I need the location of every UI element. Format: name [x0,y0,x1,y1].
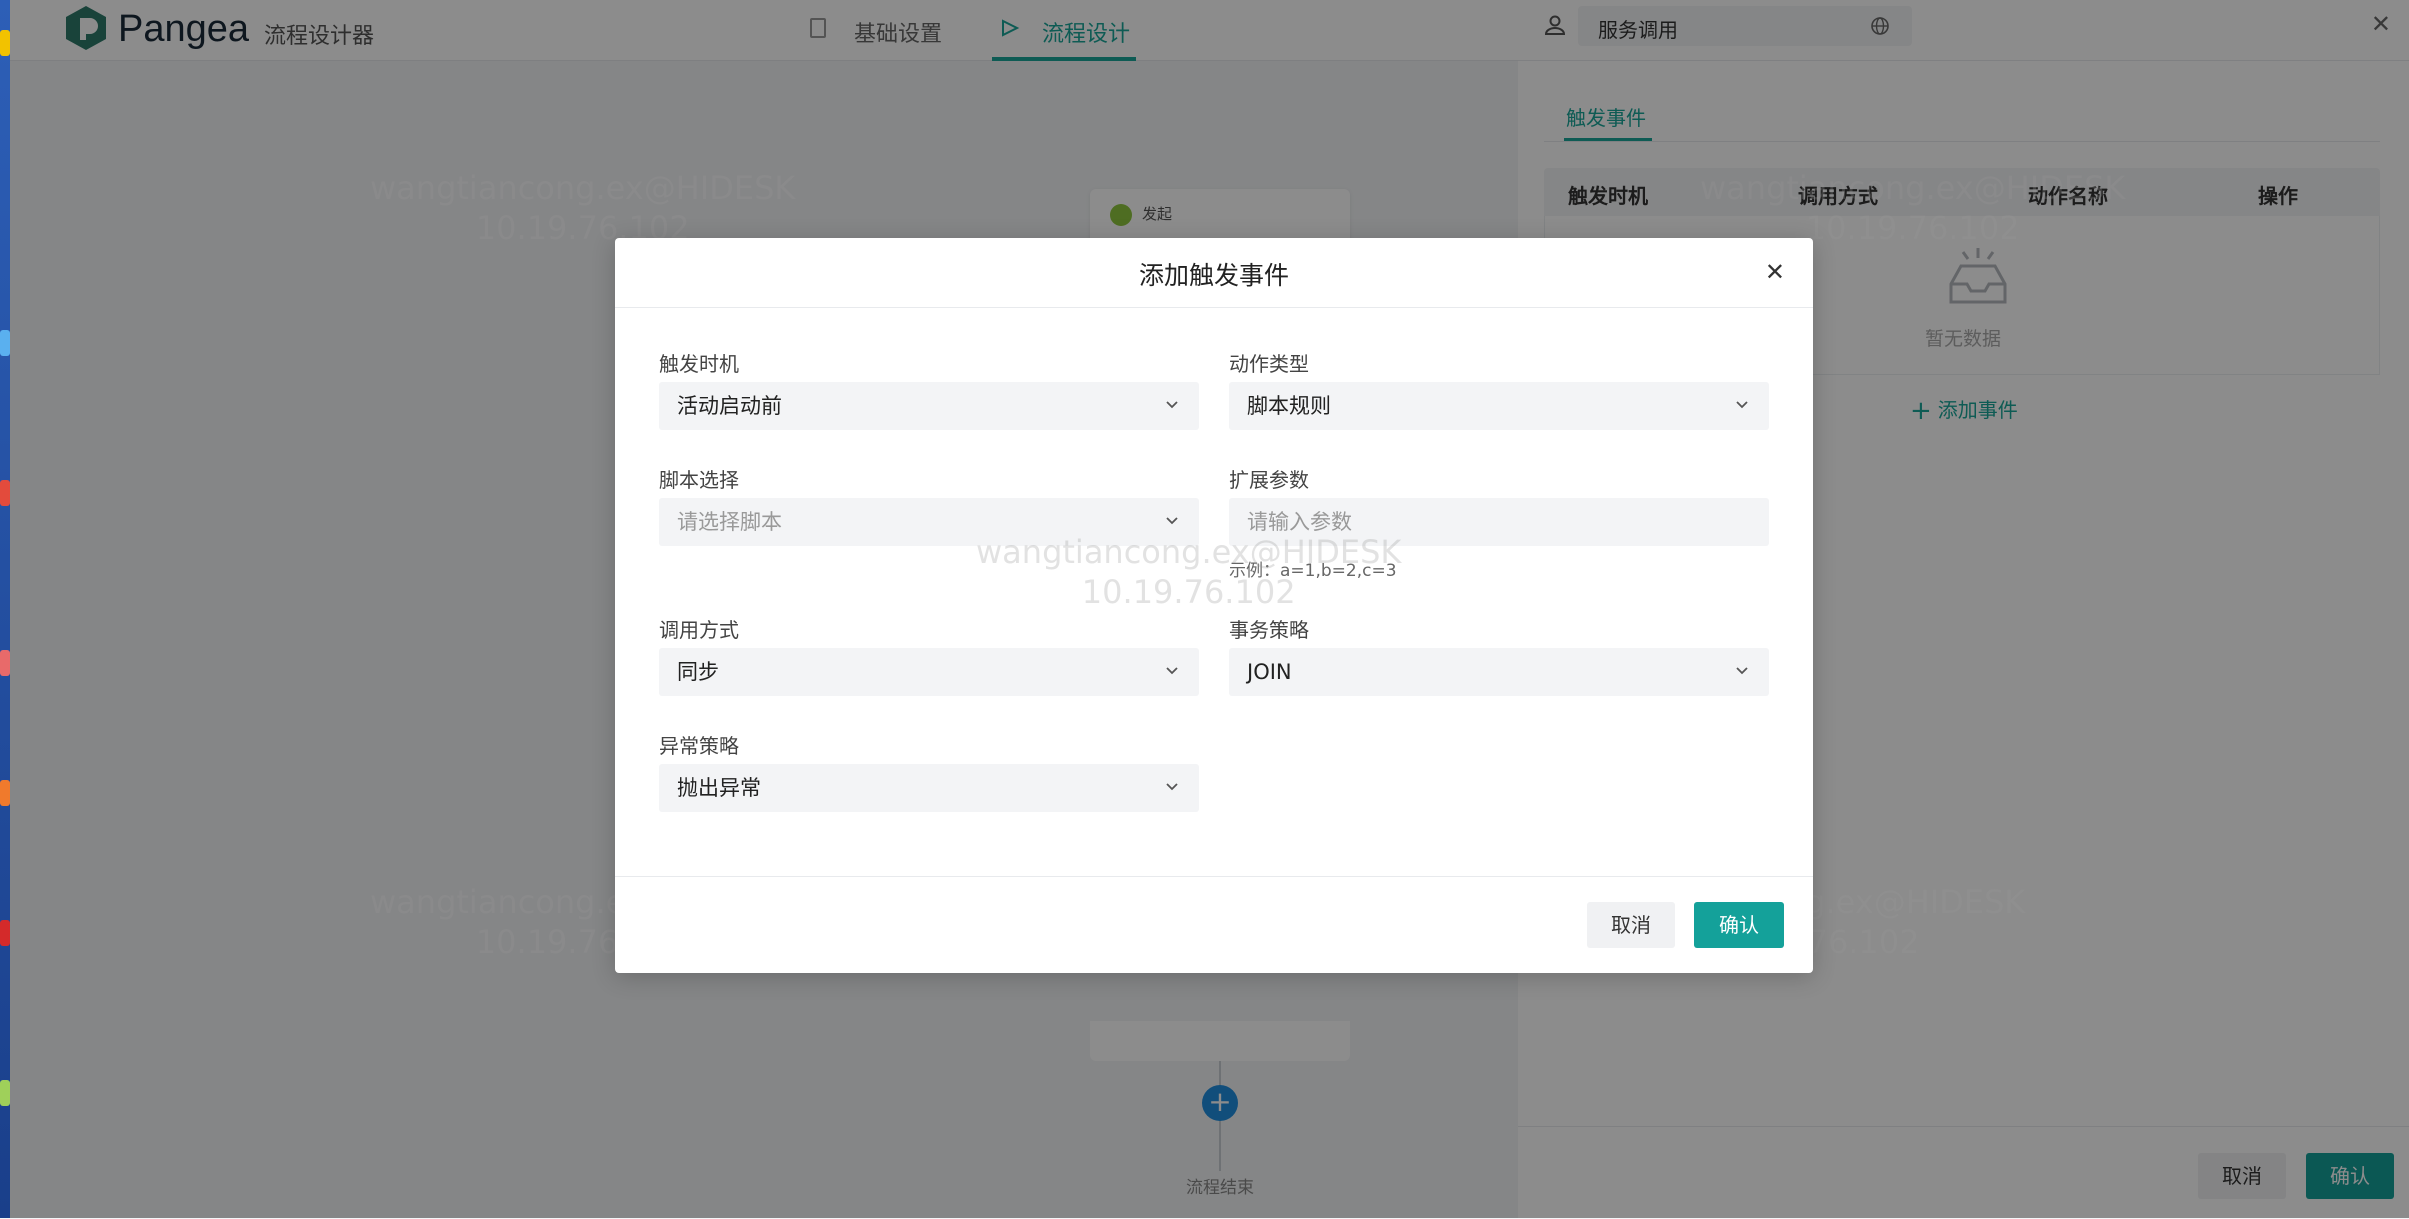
dialog-footer-divider [615,876,1813,877]
dialog-title: 添加触发事件 [1138,261,1289,290]
watermark: wangtiancong.ex@HIDESK10.19.76.102 [976,533,1402,611]
chevron-down-icon [1166,667,1178,675]
action-type-select[interactable]: 脚本规则 [1229,382,1769,430]
chevron-down-icon [1166,517,1178,525]
trigger-timing-label: 触发时机 [659,352,739,376]
dialog-header-divider [615,307,1813,308]
dialog-cancel-button[interactable]: 取消 [1587,902,1675,948]
desktop-app-icon[interactable] [0,1080,10,1106]
chevron-down-icon [1736,667,1748,675]
tx-strategy-select[interactable]: JOIN [1229,648,1769,696]
desktop-app-icon[interactable] [0,920,10,946]
dialog-confirm-button[interactable]: 确认 [1694,902,1784,948]
chevron-down-icon [1166,401,1178,409]
trigger-timing-select[interactable]: 活动启动前 [659,382,1199,430]
exception-strategy-select[interactable]: 抛出异常 [659,764,1199,812]
invoke-mode-label: 调用方式 [659,618,739,642]
dialog-close-icon[interactable]: ✕ [1765,258,1785,286]
script-select-label: 脚本选择 [659,468,739,492]
watermark: wangtiancong.ex@HIDESK10.19.76.102 [1700,169,2126,247]
exception-strategy-label: 异常策略 [659,734,739,758]
desktop-app-icon[interactable] [0,780,10,806]
desktop-app-icon[interactable] [0,480,10,506]
desktop-app-icon[interactable] [0,30,10,56]
invoke-mode-select[interactable]: 同步 [659,648,1199,696]
action-type-label: 动作类型 [1229,352,1309,376]
chevron-down-icon [1166,783,1178,791]
tx-strategy-label: 事务策略 [1229,618,1309,642]
desktop-edge [0,0,10,1218]
watermark: wangtiancong.ex@HIDESK10.19.76.102 [370,169,796,247]
desktop-app-icon[interactable] [0,650,10,676]
chevron-down-icon [1736,401,1748,409]
ext-params-label: 扩展参数 [1229,468,1309,492]
desktop-app-icon[interactable] [0,330,10,356]
